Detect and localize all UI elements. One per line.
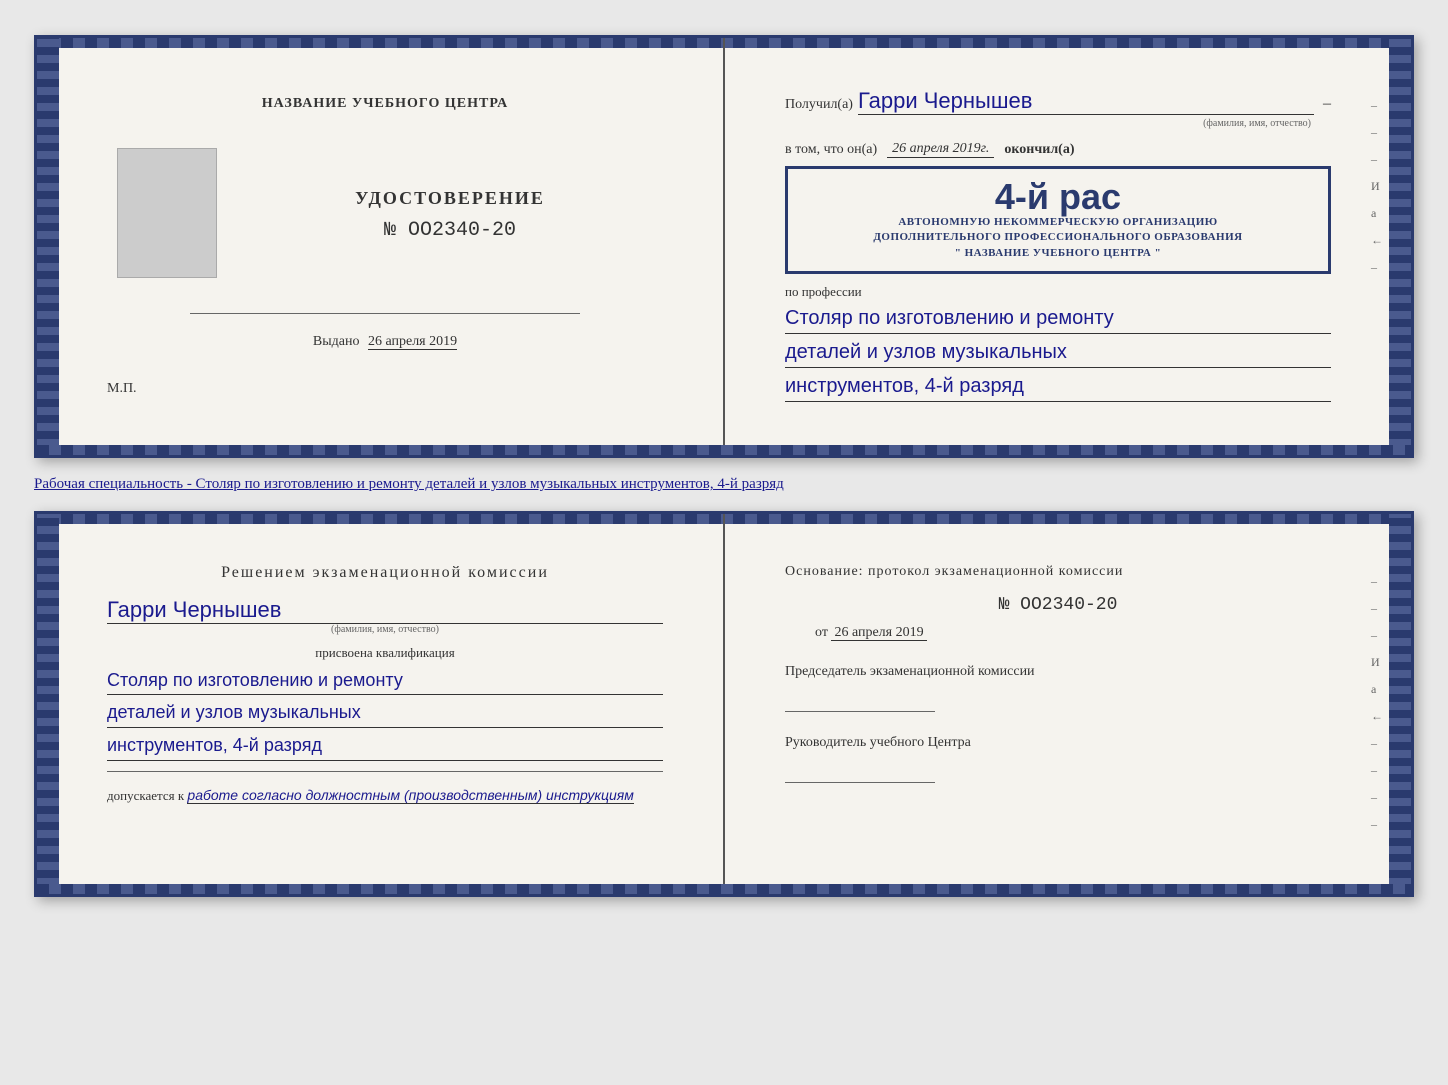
photo-placeholder bbox=[117, 148, 217, 278]
doc1-right-content: Получил(а) Гарри Чернышев – (фамилия, им… bbox=[765, 68, 1371, 425]
recipient-line: Получил(а) Гарри Чернышев – bbox=[785, 88, 1331, 115]
issued-label: Выдано bbox=[313, 334, 360, 349]
center-title: НАЗВАНИЕ УЧЕБНОГО ЦЕНТРА bbox=[262, 96, 508, 112]
basis-label: Основание: протокол экзаменационной коми… bbox=[785, 564, 1331, 580]
cert-number: № OO2340-20 bbox=[237, 219, 663, 242]
decision-title: Решением экзаменационной комиссии bbox=[107, 564, 663, 582]
doc2-right-content: Основание: протокол экзаменационной коми… bbox=[765, 544, 1371, 818]
profession-label: по профессии bbox=[785, 284, 1331, 300]
profession-line2: деталей и узлов музыкальных bbox=[785, 337, 1331, 368]
description-text: Рабочая специальность - Столяр по изгото… bbox=[34, 473, 1414, 496]
dash-separator: – bbox=[1319, 95, 1331, 113]
chairman-block: Председатель экзаменационной комиссии bbox=[785, 661, 1331, 712]
right-marks-1: –––Иа←– bbox=[1371, 98, 1383, 275]
doc1-right: Получил(а) Гарри Чернышев – (фамилия, им… bbox=[725, 38, 1411, 455]
protocol-number: № OO2340-20 bbox=[785, 595, 1331, 615]
qualification-label: присвоена квалификация bbox=[107, 645, 663, 661]
fio-hint-top: (фамилия, имя, отчество) bbox=[785, 118, 1311, 129]
mp-line: М.П. bbox=[107, 381, 137, 397]
doc1-left: НАЗВАНИЕ УЧЕБНОГО ЦЕНТРА УДОСТОВЕРЕНИЕ №… bbox=[37, 38, 725, 455]
okончил-label: окончил(а) bbox=[1004, 142, 1074, 158]
recipient-name: Гарри Чернышев bbox=[858, 88, 1314, 115]
allowed-label: допускается к bbox=[107, 788, 184, 803]
doc1-left-content: НАЗВАНИЕ УЧЕБНОГО ЦЕНТРА УДОСТОВЕРЕНИЕ №… bbox=[77, 68, 683, 425]
profession-line3: инструментов, 4-й разряд bbox=[785, 371, 1331, 402]
protocol-date-value: 26 апреля 2019 bbox=[831, 625, 926, 641]
stamp-org-line1: АВТОНОМНУЮ НЕКОММЕРЧЕСКУЮ ОРГАНИЗАЦИЮ bbox=[803, 215, 1313, 230]
stamp-year: 4-й рас bbox=[803, 179, 1313, 215]
issued-date: 26 апреля 2019 bbox=[368, 334, 457, 350]
issued-line: Выдано 26 апреля 2019 bbox=[107, 334, 663, 350]
vtom-line: в том, что он(а) 26 апреля 2019г. окончи… bbox=[785, 141, 1331, 158]
fio-hint-bottom: (фамилия, имя, отчество) bbox=[107, 624, 663, 635]
doc2-left: Решением экзаменационной комиссии Гарри … bbox=[37, 514, 725, 894]
stamp-org-line3: " НАЗВАНИЕ УЧЕБНОГО ЦЕНТРА " bbox=[803, 246, 1313, 261]
qualification-line1: Столяр по изготовлению и ремонту bbox=[107, 666, 663, 696]
allowed-line: допускается к работе согласно должностны… bbox=[107, 787, 663, 804]
vtom-label: в том, что он(а) bbox=[785, 142, 877, 158]
document-pair-1: НАЗВАНИЕ УЧЕБНОГО ЦЕНТРА УДОСТОВЕРЕНИЕ №… bbox=[34, 35, 1414, 458]
allowed-value: работе согласно должностным (производств… bbox=[187, 787, 633, 804]
doc2-left-content: Решением экзаменационной комиссии Гарри … bbox=[77, 544, 683, 829]
head-label: Руководитель учебного Центра bbox=[785, 732, 1331, 753]
protocol-date: от 26 апреля 2019 bbox=[815, 625, 1331, 641]
head-signature-line bbox=[785, 763, 935, 783]
name-value: Гарри Чернышев bbox=[107, 597, 663, 624]
stamp-block: 4-й рас АВТОНОМНУЮ НЕКОММЕРЧЕСКУЮ ОРГАНИ… bbox=[785, 166, 1331, 274]
received-label: Получил(а) bbox=[785, 97, 853, 113]
qualification-line3: инструментов, 4-й разряд bbox=[107, 731, 663, 761]
qualification-line2: деталей и узлов музыкальных bbox=[107, 698, 663, 728]
document-pair-2: Решением экзаменационной комиссии Гарри … bbox=[34, 511, 1414, 897]
stamp-org-line2: ДОПОЛНИТЕЛЬНОГО ПРОФЕССИОНАЛЬНОГО ОБРАЗО… bbox=[803, 230, 1313, 245]
head-block: Руководитель учебного Центра bbox=[785, 732, 1331, 783]
chairman-signature-line bbox=[785, 692, 935, 712]
right-marks-2: –––Иа←–––– bbox=[1371, 574, 1383, 832]
doc2-right: Основание: протокол экзаменационной коми… bbox=[725, 514, 1411, 894]
vtom-date: 26 апреля 2019г. bbox=[887, 141, 994, 158]
chairman-label: Председатель экзаменационной комиссии bbox=[785, 661, 1331, 682]
profession-line1: Столяр по изготовлению и ремонту bbox=[785, 303, 1331, 334]
protocol-date-prefix: от bbox=[815, 625, 828, 640]
cert-label: УДОСТОВЕРЕНИЕ bbox=[237, 188, 663, 209]
name-block: Гарри Чернышев (фамилия, имя, отчество) bbox=[107, 597, 663, 635]
